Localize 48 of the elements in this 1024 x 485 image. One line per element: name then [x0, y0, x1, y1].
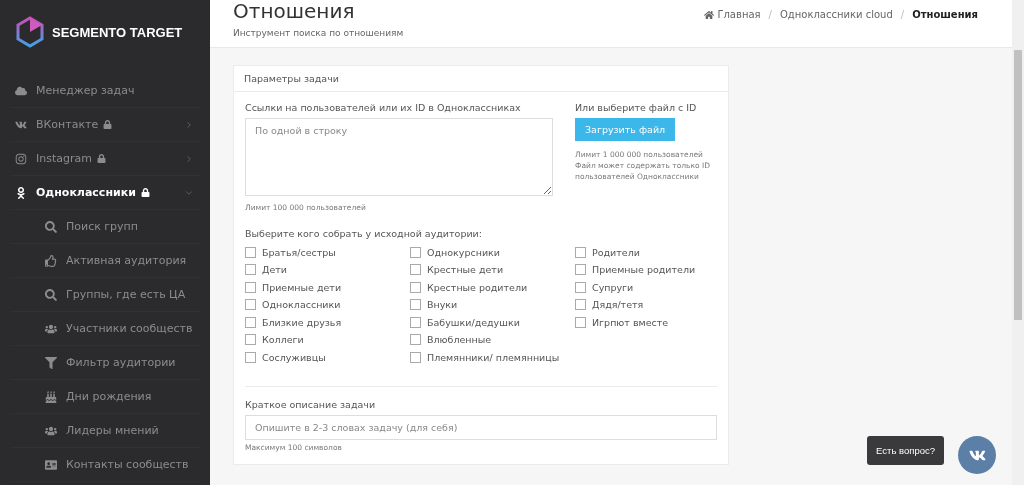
checkbox-label: Одноклассники — [262, 298, 341, 313]
breadcrumb-link[interactable]: Главная — [704, 9, 761, 20]
breadcrumb-separator: / — [900, 9, 905, 20]
sidebar-item[interactable]: Instagram — [10, 142, 200, 176]
checkbox-label: Близкие друзья — [262, 315, 342, 330]
checkbox-label: Приемные дети — [262, 280, 342, 295]
card-title: Параметры задачи — [234, 66, 728, 92]
links-field[interactable]: По одной в строку — [245, 118, 553, 196]
checkbox-label: Внуки — [427, 298, 458, 313]
sidebar-item[interactable]: Менеджер задач — [10, 74, 200, 108]
checkbox-label: Влюбленные — [427, 333, 492, 348]
sidebar-item[interactable]: ВКонтакте — [10, 108, 200, 142]
field-label: Ссылки на пользователей или их ID в Одноклассниках — [245, 102, 522, 113]
sidebar-subitem[interactable]: Активная аудитория — [10, 244, 200, 278]
page-title: Отношения — [233, 0, 356, 22]
brand-name: SEGMENTO TARGET — [52, 24, 183, 40]
checkbox-label: Супруги — [592, 280, 634, 295]
checkbox-label: Дети — [262, 263, 287, 278]
description-field[interactable]: Опишите в 2-3 словах задачу (для себя) — [245, 415, 717, 441]
sidebar-subitem[interactable]: Фильтр аудитории — [10, 346, 200, 380]
checkbox-label: Сослуживцы — [262, 350, 326, 365]
breadcrumb-link[interactable]: Отношения — [912, 9, 978, 20]
checkbox-label: Крестные дети — [427, 263, 504, 278]
checkbox-label: Крестные родители — [427, 280, 528, 295]
checkbox-label: Бабушки/дедушки — [427, 315, 520, 330]
sidebar-subitem[interactable]: Участники сообществ — [10, 312, 200, 346]
sidebar-subitem[interactable]: Лидеры мнений — [10, 414, 200, 448]
sidebar-subitem[interactable]: Дни рождения — [10, 380, 200, 414]
sidebar-subitem[interactable]: Контакты сообществ — [10, 448, 200, 482]
sidebar-item[interactable]: Одноклассники — [10, 176, 200, 210]
checkbox-label: Приемные родители — [592, 263, 696, 278]
breadcrumb-link[interactable]: Одноклассники cloud — [779, 9, 893, 20]
checkbox-label: Братья/сестры — [262, 245, 336, 260]
breadcrumb-separator: / — [768, 9, 772, 20]
field-label: Краткое описание задачи — [245, 399, 377, 411]
help-tooltip: Есть вопрос? — [867, 436, 944, 465]
sidebar-subitem[interactable]: Группы, где есть ЦА — [10, 278, 200, 312]
sidebar-subitem[interactable]: Поиск групп — [10, 210, 200, 244]
checkbox-label: Дядя/тетя — [592, 298, 644, 313]
field-label: Выберите кого собрать у исходной аудитории: — [245, 227, 483, 239]
page-subtitle: Инструмент поиска по отношениям — [233, 28, 404, 38]
checkbox-label: Родители — [592, 245, 640, 260]
checkbox-label: Племянники/ племянницы — [427, 350, 560, 365]
field-label: Или выберите файл с ID — [575, 102, 698, 113]
upload-button[interactable]: Загрузить файл — [575, 118, 676, 141]
checkbox-label: Игрпют вместе — [592, 315, 669, 330]
checkbox-label: Коллеги — [262, 333, 304, 348]
checkbox-label: Однокурсники — [427, 245, 500, 260]
